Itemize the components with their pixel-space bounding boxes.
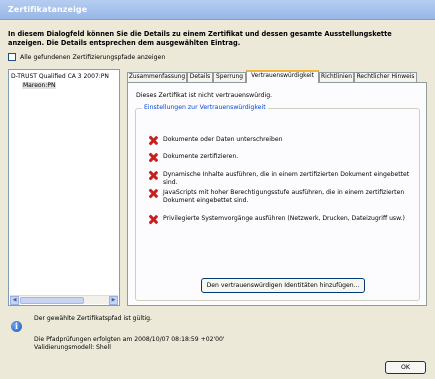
path-valid-text: Der gewählte Zertifikatspfad ist gültig.	[34, 315, 152, 322]
permission-label: JavaScripts mit hoher Berechtigungsstufe…	[163, 189, 405, 204]
tab-zusammenfassung[interactable]: Zusammenfassung	[127, 72, 187, 82]
permission-certify: Dokumente zertifizieren.	[148, 153, 418, 162]
show-all-paths-row[interactable]: Alle gefundenen Zertifizierungspfade anz…	[8, 53, 165, 61]
tree-item-mareon[interactable]: Mareon:PN	[22, 82, 57, 89]
tab-richtlinien[interactable]: Richtlinien	[319, 72, 354, 82]
denied-x-icon	[148, 189, 157, 198]
ok-button[interactable]: OK	[385, 361, 426, 374]
permission-label: Dynamische Inhalte ausführen, die in ein…	[163, 171, 410, 186]
tab-sperrung[interactable]: Sperrung	[213, 72, 246, 82]
scroll-right-icon[interactable]: ▶	[109, 296, 118, 305]
trust-settings-title: Einstellungen zur Vertrauenswürdigkeit	[142, 104, 268, 111]
tree-horizontal-scrollbar[interactable]: ◀ ▶	[10, 295, 118, 305]
scroll-thumb[interactable]	[20, 297, 84, 304]
permission-label: Dokumente oder Daten unterschreiben	[163, 136, 283, 143]
tab-details[interactable]: Details	[187, 72, 213, 82]
validation-time: Die Pfadprüfungen erfolgten am 2008/10/0…	[34, 336, 225, 343]
denied-x-icon	[148, 215, 157, 224]
window-title: Zertifikatanzeige	[8, 5, 88, 14]
permission-label: Dokumente zertifizieren.	[163, 153, 239, 160]
denied-x-icon	[148, 153, 157, 162]
permission-javascript: JavaScripts mit hoher Berechtigungsstufe…	[148, 189, 418, 205]
title-bar[interactable]: Zertifikatanzeige	[0, 0, 435, 20]
show-all-paths-checkbox[interactable]	[8, 53, 16, 61]
denied-x-icon	[148, 136, 157, 145]
intro-text: In diesem Dialogfeld können Sie die Deta…	[8, 30, 392, 47]
denied-x-icon	[148, 171, 157, 180]
permission-privileged-ops: Privilegierte Systemvorgänge ausführen (…	[148, 215, 418, 224]
certificate-path-tree[interactable]: D-TRUST Qualified CA 3 2007:PN Mareon:PN…	[8, 69, 120, 306]
trust-status-text: Dieses Zertifikat ist nicht vertrauenswü…	[136, 92, 273, 99]
info-icon: i	[11, 321, 22, 332]
trust-settings-group: Einstellungen zur Vertrauenswürdigkeit D…	[135, 104, 420, 301]
trust-tab-panel: Dieses Zertifikat ist nicht vertrauenswü…	[127, 82, 427, 306]
permission-label: Privilegierte Systemvorgänge ausführen (…	[163, 215, 405, 222]
certificate-viewer-dialog: In diesem Dialogfeld können Sie die Deta…	[0, 20, 435, 379]
permission-sign: Dokumente oder Daten unterschreiben	[148, 136, 418, 145]
validation-model: Validierungsmodell: Shell	[34, 344, 111, 351]
add-to-trusted-identities-button[interactable]: Den vertrauenswürdigen Identitäten hinzu…	[201, 278, 365, 293]
scroll-left-icon[interactable]: ◀	[10, 296, 19, 305]
tab-rechtlicher-hinweis[interactable]: Rechtlicher Hinweis	[354, 72, 417, 82]
tab-vertrauenswuerdigkeit[interactable]: Vertrauenswürdigkeit	[246, 70, 319, 83]
validation-details: Die Pfadprüfungen erfolgten am 2008/10/0…	[34, 336, 225, 352]
permission-dynamic-content: Dynamische Inhalte ausführen, die in ein…	[148, 171, 418, 187]
tree-item-root-ca[interactable]: D-TRUST Qualified CA 3 2007:PN	[11, 73, 109, 80]
show-all-paths-label: Alle gefundenen Zertifizierungspfade anz…	[20, 53, 166, 61]
